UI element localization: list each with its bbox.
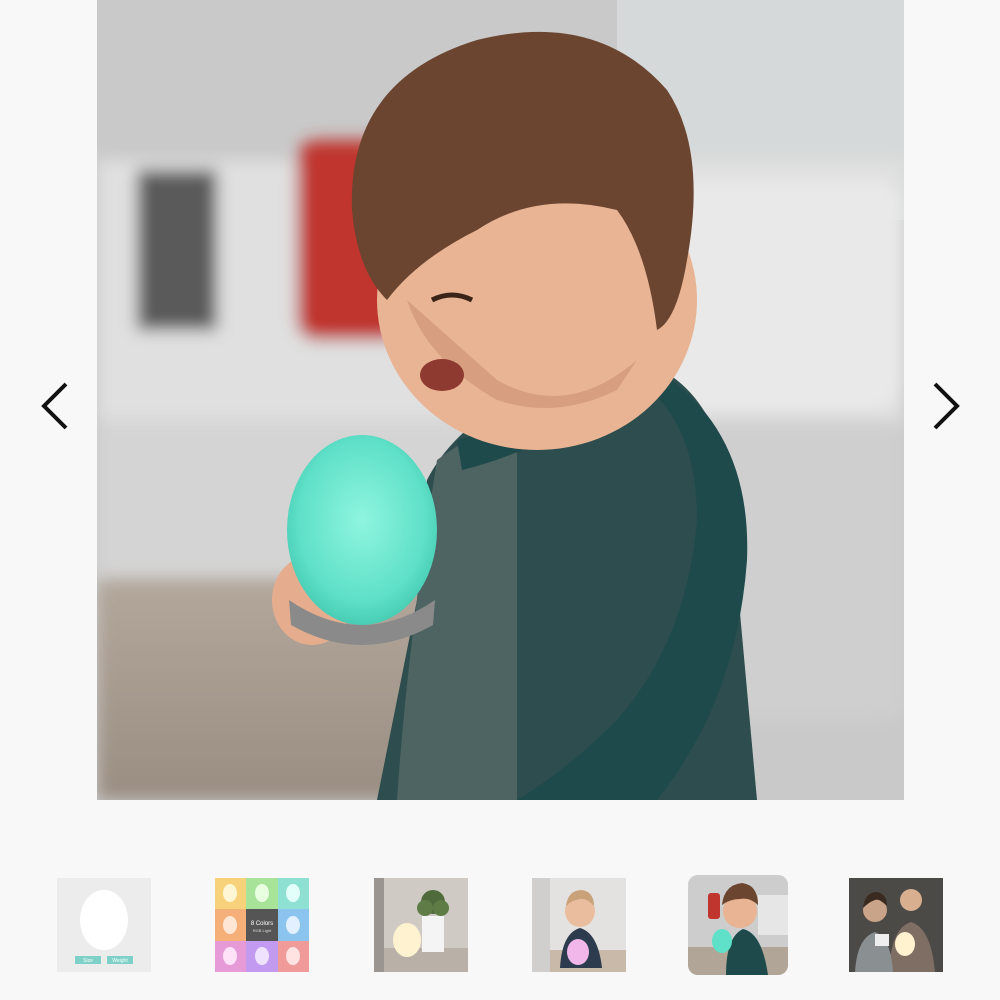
next-image-button[interactable] bbox=[927, 378, 967, 434]
chevron-left-icon bbox=[41, 382, 68, 430]
chevron-right-icon bbox=[933, 382, 960, 430]
main-product-image[interactable] bbox=[97, 0, 904, 800]
image-gallery bbox=[0, 0, 1000, 860]
previous-image-button[interactable] bbox=[34, 378, 74, 434]
thumbnail-1[interactable]: Size Weight bbox=[57, 878, 151, 972]
thumbnail-image-1: Size Weight bbox=[57, 878, 151, 972]
thumbnail-image-3 bbox=[374, 878, 468, 972]
thumbnail-image-5 bbox=[688, 875, 788, 975]
thumbnail-2[interactable]: 8 Colors RGB Light bbox=[215, 878, 309, 972]
thumbnail-image-4 bbox=[532, 878, 626, 972]
thumbnail-2-title: 8 Colors bbox=[251, 921, 273, 927]
thumbnail-3[interactable] bbox=[374, 878, 468, 972]
thumbnail-image-6 bbox=[849, 878, 943, 972]
thumbnail-2-subtitle: RGB Light bbox=[253, 928, 272, 933]
thumbnail-image-2: 8 Colors RGB Light bbox=[215, 878, 309, 972]
thumbnail-1-label-right: Weight bbox=[112, 958, 128, 964]
thumbnail-6[interactable] bbox=[849, 878, 943, 972]
thumbnail-4[interactable] bbox=[532, 878, 626, 972]
main-photo-illustration bbox=[97, 0, 904, 800]
thumbnail-strip: Size Weight 8 Colors RGB Light bbox=[0, 870, 1000, 980]
thumbnail-1-label-left: Size bbox=[83, 958, 93, 964]
thumbnail-5-active[interactable] bbox=[688, 875, 788, 975]
